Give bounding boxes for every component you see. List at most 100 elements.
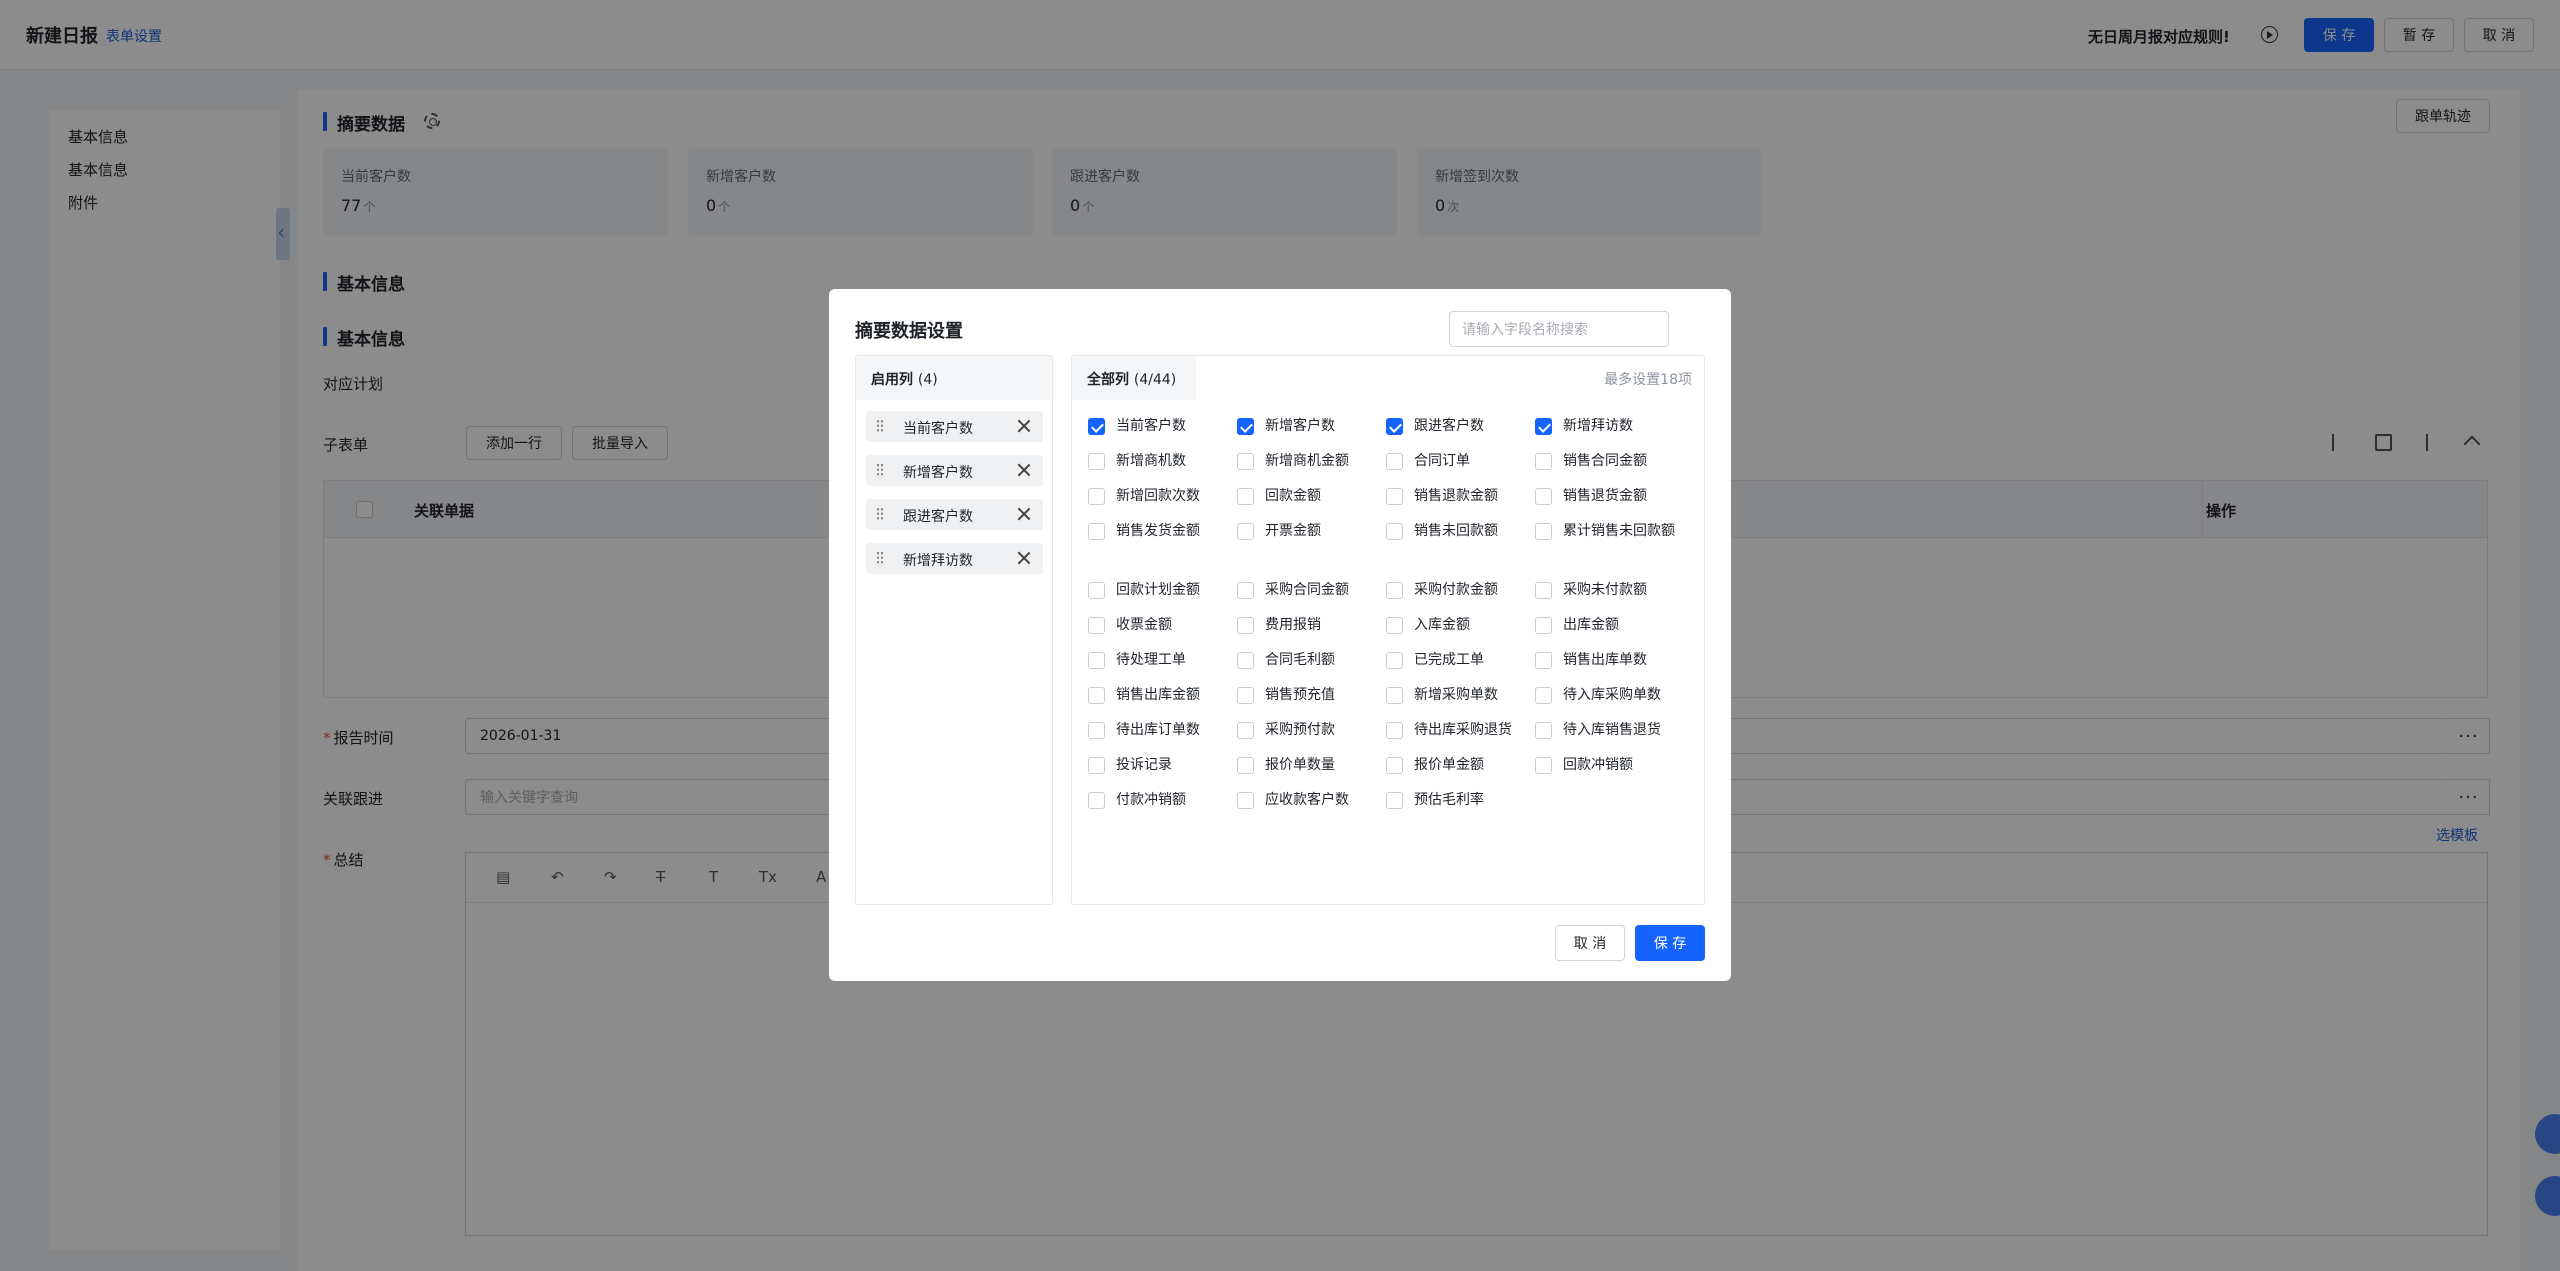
field-search-input[interactable]: 请输入字段名称搜索 (1449, 311, 1669, 347)
column-option[interactable]: 合同毛利额 (1237, 650, 1387, 671)
column-option[interactable]: 销售预充值 (1237, 685, 1387, 706)
option-checkbox[interactable] (1535, 488, 1552, 505)
option-checkbox[interactable] (1535, 582, 1552, 599)
drag-handle-icon[interactable] (876, 419, 884, 433)
column-option[interactable]: 回款计划金额 (1088, 580, 1238, 601)
option-checkbox[interactable] (1386, 418, 1403, 435)
option-checkbox[interactable] (1237, 582, 1254, 599)
option-checkbox[interactable] (1535, 523, 1552, 540)
close-icon[interactable] (1016, 506, 1032, 522)
column-option[interactable]: 回款金额 (1237, 486, 1387, 507)
column-option[interactable]: 投诉记录 (1088, 755, 1238, 776)
column-option[interactable]: 付款冲销额 (1088, 790, 1238, 811)
enabled-column-chip[interactable]: 跟进客户数 (866, 499, 1043, 530)
column-option[interactable]: 新增回款次数 (1088, 486, 1238, 507)
option-checkbox[interactable] (1237, 453, 1254, 470)
option-checkbox[interactable] (1237, 792, 1254, 809)
column-option[interactable]: 销售合同金额 (1535, 451, 1685, 472)
column-option[interactable]: 回款冲销额 (1535, 755, 1685, 776)
option-checkbox[interactable] (1386, 488, 1403, 505)
option-checkbox[interactable] (1088, 582, 1105, 599)
drag-handle-icon[interactable] (876, 507, 884, 521)
option-checkbox[interactable] (1386, 617, 1403, 634)
option-checkbox[interactable] (1386, 722, 1403, 739)
column-option[interactable]: 当前客户数 (1088, 416, 1238, 437)
column-option[interactable]: 销售发货金额 (1088, 521, 1238, 542)
column-option[interactable]: 费用报销 (1237, 615, 1387, 636)
option-checkbox[interactable] (1237, 523, 1254, 540)
column-option[interactable]: 采购付款金额 (1386, 580, 1536, 601)
option-checkbox[interactable] (1237, 418, 1254, 435)
column-option[interactable]: 合同订单 (1386, 451, 1536, 472)
column-option[interactable]: 待出库采购退货 (1386, 720, 1536, 741)
column-option[interactable]: 待入库销售退货 (1535, 720, 1685, 741)
column-option[interactable]: 销售退款金额 (1386, 486, 1536, 507)
column-option[interactable]: 累计销售未回款额 (1535, 521, 1685, 542)
option-checkbox[interactable] (1088, 757, 1105, 774)
enabled-column-chip[interactable]: 当前客户数 (866, 411, 1043, 442)
column-option[interactable]: 销售出库金额 (1088, 685, 1238, 706)
option-checkbox[interactable] (1237, 652, 1254, 669)
option-checkbox[interactable] (1088, 453, 1105, 470)
option-checkbox[interactable] (1088, 418, 1105, 435)
close-icon[interactable] (1016, 418, 1032, 434)
option-checkbox[interactable] (1386, 523, 1403, 540)
option-checkbox[interactable] (1386, 652, 1403, 669)
column-option[interactable]: 报价单数量 (1237, 755, 1387, 776)
modal-save-button[interactable]: 保 存 (1635, 925, 1705, 961)
column-option[interactable]: 开票金额 (1237, 521, 1387, 542)
column-option[interactable]: 待出库订单数 (1088, 720, 1238, 741)
option-checkbox[interactable] (1088, 792, 1105, 809)
column-option[interactable]: 新增客户数 (1237, 416, 1387, 437)
column-option[interactable]: 新增采购单数 (1386, 685, 1536, 706)
column-option[interactable]: 预估毛利率 (1386, 790, 1536, 811)
option-checkbox[interactable] (1237, 687, 1254, 704)
enabled-column-chip[interactable]: 新增客户数 (866, 455, 1043, 486)
option-checkbox[interactable] (1535, 687, 1552, 704)
option-checkbox[interactable] (1237, 757, 1254, 774)
option-checkbox[interactable] (1386, 757, 1403, 774)
column-option[interactable]: 销售退货金额 (1535, 486, 1685, 507)
all-columns-tab[interactable]: 全部列 (4/44) (1072, 356, 1196, 400)
column-option[interactable]: 应收款客户数 (1237, 790, 1387, 811)
column-option[interactable]: 已完成工单 (1386, 650, 1536, 671)
option-checkbox[interactable] (1088, 652, 1105, 669)
option-checkbox[interactable] (1088, 617, 1105, 634)
column-option[interactable]: 出库金额 (1535, 615, 1685, 636)
option-checkbox[interactable] (1535, 453, 1552, 470)
drag-handle-icon[interactable] (876, 463, 884, 477)
close-icon[interactable] (1016, 462, 1032, 478)
option-checkbox[interactable] (1535, 757, 1552, 774)
option-checkbox[interactable] (1386, 453, 1403, 470)
option-checkbox[interactable] (1535, 722, 1552, 739)
option-checkbox[interactable] (1088, 488, 1105, 505)
column-option[interactable]: 待处理工单 (1088, 650, 1238, 671)
column-option[interactable]: 采购合同金额 (1237, 580, 1387, 601)
close-icon[interactable] (1016, 550, 1032, 566)
column-option[interactable]: 入库金额 (1386, 615, 1536, 636)
column-option[interactable]: 待入库采购单数 (1535, 685, 1685, 706)
option-checkbox[interactable] (1088, 687, 1105, 704)
option-checkbox[interactable] (1237, 617, 1254, 634)
option-checkbox[interactable] (1088, 523, 1105, 540)
option-checkbox[interactable] (1237, 722, 1254, 739)
column-option[interactable]: 销售未回款额 (1386, 521, 1536, 542)
column-option[interactable]: 新增商机数 (1088, 451, 1238, 472)
option-checkbox[interactable] (1535, 652, 1552, 669)
option-checkbox[interactable] (1386, 582, 1403, 599)
column-option[interactable]: 销售出库单数 (1535, 650, 1685, 671)
modal-cancel-button[interactable]: 取 消 (1555, 925, 1625, 961)
enabled-column-chip[interactable]: 新增拜访数 (866, 543, 1043, 574)
column-option[interactable]: 采购未付款额 (1535, 580, 1685, 601)
option-checkbox[interactable] (1535, 617, 1552, 634)
column-option[interactable]: 报价单金额 (1386, 755, 1536, 776)
drag-handle-icon[interactable] (876, 551, 884, 565)
option-checkbox[interactable] (1088, 722, 1105, 739)
option-checkbox[interactable] (1237, 488, 1254, 505)
column-option[interactable]: 收票金额 (1088, 615, 1238, 636)
column-option[interactable]: 采购预付款 (1237, 720, 1387, 741)
option-checkbox[interactable] (1386, 792, 1403, 809)
option-checkbox[interactable] (1386, 687, 1403, 704)
column-option[interactable]: 新增商机金额 (1237, 451, 1387, 472)
column-option[interactable]: 跟进客户数 (1386, 416, 1536, 437)
